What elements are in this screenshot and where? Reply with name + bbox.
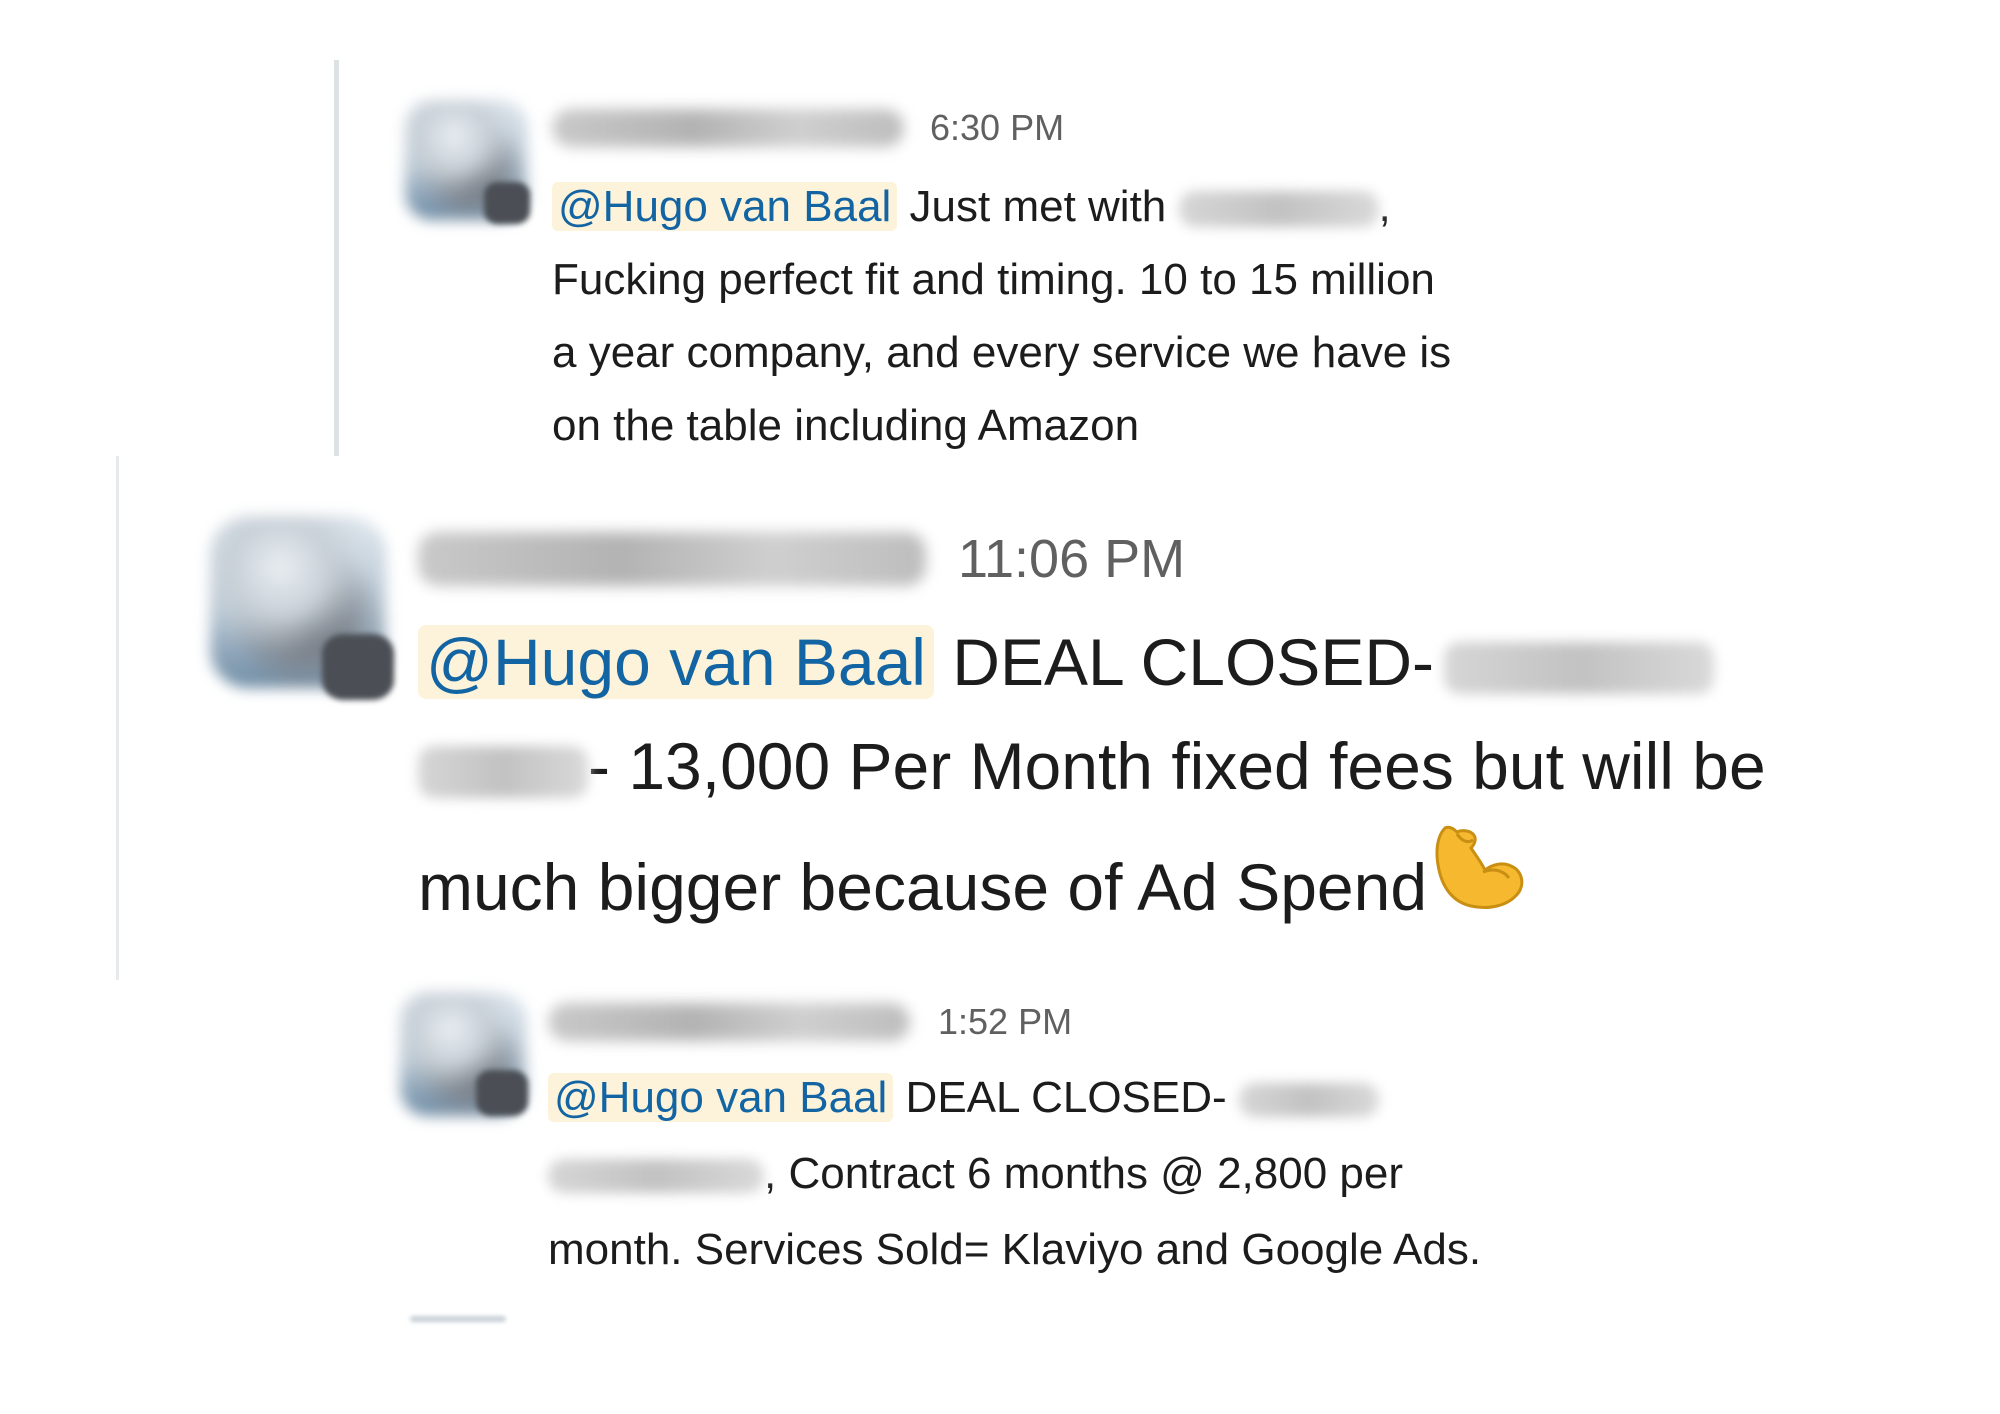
message-text: - 13,000 Per Month fixed fees but will b… xyxy=(588,729,1766,803)
message-body: @Hugo van Baal DEAL CLOSED- - 13,000 Per… xyxy=(418,610,1766,947)
message-body: @Hugo van Baal Just met with , Fucking p… xyxy=(552,170,1451,462)
sender-name-redacted[interactable] xyxy=(548,1003,910,1041)
redacted-company xyxy=(548,1159,764,1194)
status-icon xyxy=(484,182,530,224)
message-text: Fucking perfect fit and timing. 10 to 15… xyxy=(552,255,1435,304)
timestamp[interactable]: 1:52 PM xyxy=(938,1001,1072,1043)
redacted-company xyxy=(1444,641,1714,694)
thread-line-lower xyxy=(116,456,119,980)
message-header: 11:06 PM xyxy=(418,522,1185,596)
message-text: on the table including Amazon xyxy=(552,401,1140,450)
user-mention[interactable]: @Hugo van Baal xyxy=(548,1073,894,1122)
user-mention[interactable]: @Hugo van Baal xyxy=(418,625,934,699)
message-header: 6:30 PM xyxy=(552,104,1064,152)
status-icon xyxy=(322,634,394,700)
message-text: DEAL CLOSED- xyxy=(893,1073,1239,1122)
redacted-company xyxy=(1178,191,1379,228)
message-text: Just met with xyxy=(897,182,1179,231)
sender-name-redacted[interactable] xyxy=(418,532,926,586)
message-text: month. Services Sold= Klaviyo and Google… xyxy=(548,1225,1482,1274)
message-text: a year company, and every service we hav… xyxy=(552,328,1452,377)
timestamp[interactable]: 11:06 PM xyxy=(958,528,1185,590)
thread-line-upper xyxy=(334,60,339,456)
message-text: DEAL CLOSED- xyxy=(933,625,1434,699)
message-text: , xyxy=(1378,182,1391,231)
message-text: much bigger because of Ad Spend xyxy=(418,850,1428,924)
redacted-company xyxy=(1238,1083,1379,1118)
redacted-company xyxy=(418,745,588,798)
sender-name-redacted[interactable] xyxy=(552,109,904,147)
next-message-avatar-edge xyxy=(410,1316,506,1322)
timestamp[interactable]: 6:30 PM xyxy=(930,107,1064,149)
message-text: , Contract 6 months @ 2,800 per xyxy=(764,1149,1403,1198)
user-mention[interactable]: @Hugo van Baal xyxy=(552,182,898,231)
message-header: 1:52 PM xyxy=(548,998,1072,1046)
flexed-biceps-icon xyxy=(1427,818,1527,947)
status-icon xyxy=(476,1070,528,1116)
message-body: @Hugo van Baal DEAL CLOSED- , Contract 6… xyxy=(548,1060,1481,1288)
